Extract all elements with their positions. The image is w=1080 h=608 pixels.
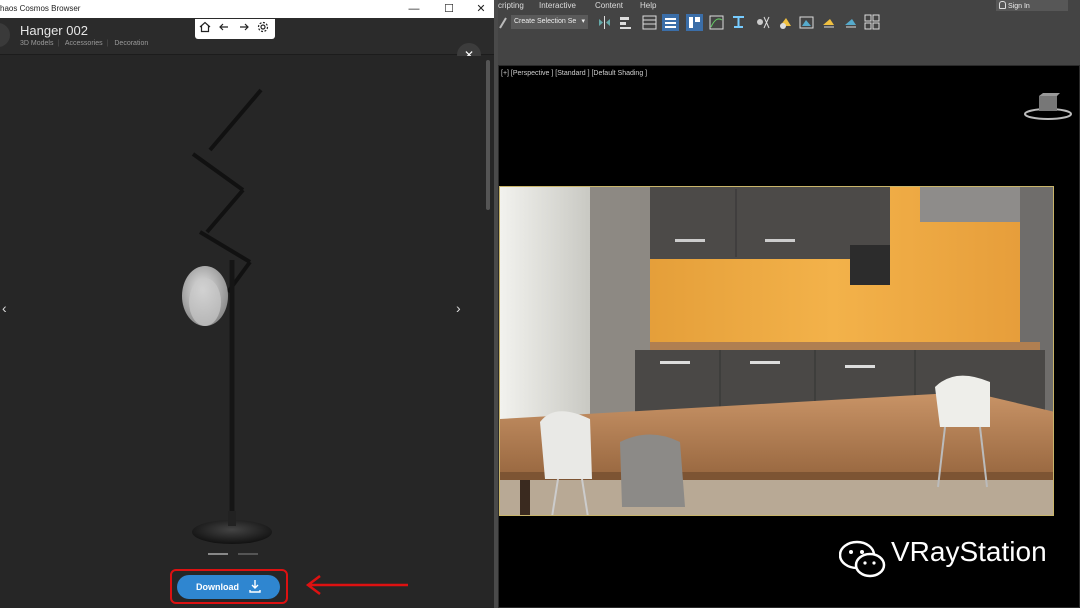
secondary-toolbar — [498, 35, 1080, 65]
vray-frame-buffer-icon[interactable] — [864, 14, 881, 31]
menu-help[interactable]: Help — [640, 1, 656, 10]
watermark-text: VRayStation — [891, 536, 1047, 567]
curve-editor-icon[interactable] — [708, 14, 725, 31]
image-pagination — [208, 553, 260, 555]
render-region — [499, 186, 1054, 516]
breadcrumb-item[interactable]: Accessories — [65, 40, 103, 47]
breadcrumb: 3D Models | Accessories | Decoration — [20, 40, 149, 47]
unlink-icon[interactable] — [498, 16, 508, 30]
user-icon — [999, 1, 1006, 9]
maximize-button[interactable]: ☐ — [438, 1, 460, 17]
model-preview[interactable] — [0, 56, 494, 608]
schematic-view-icon[interactable] — [730, 14, 747, 31]
menu-bar: cripting Interactive Content Help Sign I… — [498, 0, 1080, 11]
kitchen-render-image — [500, 187, 1053, 515]
menu-interactive[interactable]: Interactive — [539, 1, 576, 10]
asset-title: Hanger 002 — [20, 23, 88, 38]
align-icon[interactable] — [617, 14, 634, 31]
gear-icon[interactable] — [255, 21, 271, 37]
viewport-label[interactable]: [+] [Perspective ] [Standard ] [Default … — [501, 70, 647, 77]
arrow-left-icon[interactable] — [216, 21, 232, 37]
window-titlebar: haos Cosmos Browser — ☐ ✕ — [0, 0, 494, 18]
scene-explorer-icon[interactable] — [641, 14, 658, 31]
viewcube-icon[interactable] — [1023, 92, 1073, 122]
breadcrumb-item[interactable]: Decoration — [114, 40, 148, 47]
rendered-frame-icon[interactable] — [798, 14, 815, 31]
breadcrumb-item[interactable]: 3D Models — [20, 40, 53, 47]
perspective-viewport[interactable]: [+] [Perspective ] [Standard ] [Default … — [498, 65, 1080, 608]
next-image-button[interactable]: › — [456, 300, 461, 316]
menu-content[interactable]: Content — [595, 1, 623, 10]
ribbon-toggle-icon[interactable] — [686, 14, 703, 31]
selection-set-dropdown[interactable]: Create Selection Se ▾ — [511, 15, 588, 29]
window-title: haos Cosmos Browser — [0, 4, 81, 13]
minimize-button[interactable]: — — [403, 1, 425, 17]
chevron-down-icon: ▾ — [581, 18, 585, 25]
screen: haos Cosmos Browser — ☐ ✕ Hanger 002 3D … — [0, 0, 1080, 608]
pointer-arrow — [305, 575, 408, 595]
selection-set-value: Create Selection Se — [514, 18, 577, 25]
home-icon[interactable] — [197, 21, 213, 37]
viewer-scrollbar[interactable] — [486, 60, 490, 210]
pagination-dot-active[interactable] — [208, 553, 228, 555]
material-editor-icon[interactable] — [754, 14, 771, 31]
sign-in-dropdown[interactable]: Sign In — [996, 0, 1068, 11]
download-highlight-box — [170, 569, 288, 604]
back-button[interactable] — [0, 23, 10, 47]
cosmos-browser-window: haos Cosmos Browser — ☐ ✕ Hanger 002 3D … — [0, 0, 494, 608]
render-setup-icon[interactable] — [777, 14, 794, 31]
arrow-right-icon[interactable] — [236, 21, 252, 37]
window-close-button[interactable]: ✕ — [470, 1, 492, 17]
layer-explorer-icon[interactable] — [662, 14, 679, 31]
browser-nav-toolbar — [195, 19, 275, 39]
wechat-icon — [839, 540, 886, 578]
menu-scripting[interactable]: cripting — [498, 1, 524, 10]
hanger-preview-image — [182, 88, 272, 544]
pagination-dot[interactable] — [238, 553, 258, 555]
3dsmax-window: cripting Interactive Content Help Sign I… — [498, 0, 1080, 608]
render-production-icon[interactable] — [820, 14, 837, 31]
render-iterative-icon[interactable] — [842, 14, 859, 31]
main-toolbar: Create Selection Se ▾ — [498, 11, 1080, 35]
mirror-icon[interactable] — [596, 14, 613, 31]
previous-image-button[interactable]: ‹ — [2, 300, 7, 316]
